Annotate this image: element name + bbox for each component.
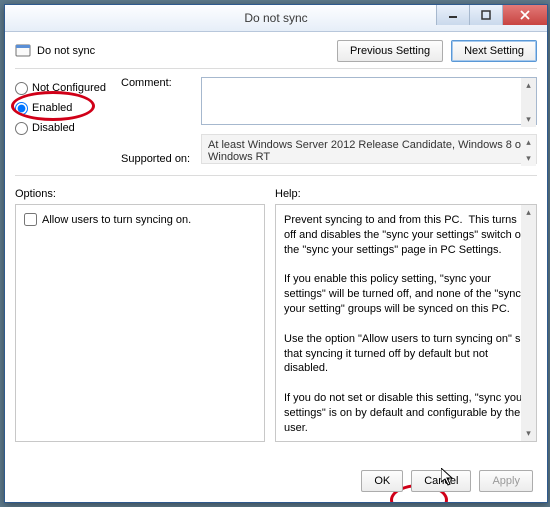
scroll-down-icon[interactable]: ▾ — [521, 112, 536, 127]
cancel-button[interactable]: Cancel — [411, 470, 471, 492]
scrollbar[interactable]: ▴ ▾ — [521, 205, 536, 441]
policy-name: Do not sync — [37, 45, 95, 57]
radio-not-configured[interactable]: Not Configured — [15, 79, 111, 97]
comment-label: Comment: — [121, 77, 191, 89]
scroll-up-icon: ▴ — [521, 135, 536, 150]
separator — [15, 68, 537, 69]
radio-label: Disabled — [32, 122, 75, 134]
next-setting-button[interactable]: Next Setting — [451, 40, 537, 62]
close-button[interactable] — [502, 5, 547, 25]
radio-label: Enabled — [32, 102, 72, 114]
radio-enabled[interactable]: Enabled — [15, 99, 111, 117]
scroll-up-icon[interactable]: ▴ — [521, 205, 536, 220]
supported-label: Supported on: — [121, 153, 191, 165]
ok-button[interactable]: OK — [361, 470, 403, 492]
help-text: Prevent syncing to and from this PC. Thi… — [275, 204, 537, 442]
radio-label: Not Configured — [32, 82, 106, 94]
options-panel: Allow users to turn syncing on. — [15, 204, 265, 442]
policy-icon — [15, 43, 31, 59]
allow-syncing-checkbox[interactable]: Allow users to turn syncing on. — [24, 213, 256, 226]
options-label: Options: — [15, 188, 265, 200]
state-radio-group: Not Configured Enabled Disabled — [15, 77, 111, 167]
scroll-up-icon[interactable]: ▴ — [521, 78, 536, 93]
maximize-button[interactable] — [469, 5, 502, 25]
previous-setting-button[interactable]: Previous Setting — [337, 40, 443, 62]
radio-disabled[interactable]: Disabled — [15, 119, 111, 137]
help-label: Help: — [275, 188, 537, 200]
minimize-button[interactable] — [436, 5, 469, 25]
comment-textarea[interactable] — [201, 77, 537, 125]
scroll-down-icon: ▾ — [521, 151, 536, 166]
apply-button[interactable]: Apply — [479, 470, 533, 492]
checkbox-label: Allow users to turn syncing on. — [42, 214, 191, 226]
scroll-down-icon[interactable]: ▾ — [521, 426, 536, 441]
separator — [15, 175, 537, 176]
scrollbar: ▴ ▾ — [521, 135, 536, 166]
title-bar: Do not sync — [5, 5, 547, 32]
supported-on-text: At least Windows Server 2012 Release Can… — [201, 134, 537, 164]
scrollbar[interactable]: ▴ ▾ — [521, 78, 536, 127]
